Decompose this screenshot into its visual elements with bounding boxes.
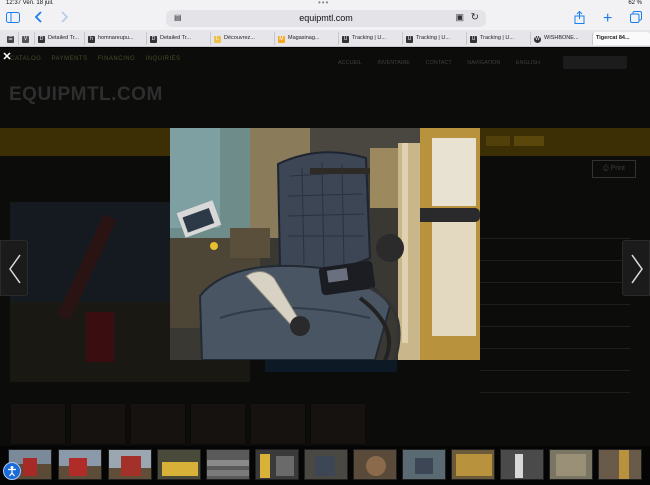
product-thumbnail[interactable] (310, 403, 366, 445)
product-thumbnail-row (10, 403, 370, 445)
share-icon[interactable] (574, 10, 585, 27)
site-nav-item[interactable]: FINANCING (98, 56, 136, 62)
chevron-left-icon (9, 254, 21, 284)
tabs-overview-icon[interactable] (630, 11, 642, 27)
new-tab-icon[interactable]: + (603, 11, 612, 27)
tab-favicon-icon: D (38, 36, 45, 43)
tab-favicon-icon: M (278, 36, 285, 43)
tab-favicon-icon: U (470, 36, 477, 43)
filmstrip-thumbnail[interactable] (451, 449, 495, 480)
filmstrip-thumbnail[interactable] (108, 449, 152, 480)
tab-label: Tracking | U... (416, 35, 450, 41)
site-nav-item[interactable]: CATALOG (10, 56, 41, 62)
site-nav-item[interactable]: ACCUEIL (338, 60, 362, 66)
url-text: equipmtl.com (299, 13, 353, 23)
filmstrip-thumbnail[interactable] (304, 449, 348, 480)
tab-item[interactable]: h homnareupu... (84, 32, 144, 45)
filmstrip-thumbnail[interactable] (549, 449, 593, 480)
tab-item[interactable]: U Tracking | U... (402, 32, 464, 45)
product-thumbnail[interactable] (70, 403, 126, 445)
previous-image-button[interactable] (0, 240, 28, 296)
product-thumbnail[interactable] (250, 403, 306, 445)
site-search-input[interactable] (563, 56, 627, 69)
tab-favicon-icon: U (406, 36, 413, 43)
filmstrip-thumbnail[interactable] (598, 449, 642, 480)
tab-favicon-icon: W (534, 36, 541, 43)
tab-favicon-icon: D (150, 36, 157, 43)
tab-favicon-icon: ☰ (7, 36, 14, 43)
forward-icon[interactable] (60, 11, 69, 27)
filmstrip-thumbnail[interactable] (500, 449, 544, 480)
tab-item[interactable]: U Tracking | U... (338, 32, 400, 45)
site-nav-left: CATALOG PAYMENTS FINANCING INQUIRIES (10, 56, 189, 62)
browser-toolbar: ▤ equipmtl.com ▣ ↻ + (0, 8, 650, 30)
filmstrip-thumbnail[interactable] (157, 449, 201, 480)
product-thumbnail[interactable] (190, 403, 246, 445)
site-nav-item[interactable]: CONTACT (426, 60, 452, 66)
banner-field[interactable] (486, 136, 510, 146)
site-nav-right: ACCUEIL INVENTAIRE CONTACT NAVIGATION EN… (338, 60, 554, 66)
filmstrip-thumbnail[interactable] (58, 449, 102, 480)
filmstrip-thumbnail[interactable] (402, 449, 446, 480)
tab-label: Detailed Tr... (160, 35, 191, 41)
site-nav-item[interactable]: PAYMENTS (51, 56, 87, 62)
site-nav-item[interactable]: INVENTAIRE (377, 60, 410, 66)
tab-label: homnareupu... (98, 35, 134, 41)
address-bar[interactable]: ▤ equipmtl.com ▣ ↻ (166, 10, 486, 27)
tab-favicon-icon: V (22, 36, 29, 43)
next-image-button[interactable] (622, 240, 650, 296)
filmstrip-thumbnail[interactable] (353, 449, 397, 480)
multitask-dots-icon[interactable]: ••• (318, 0, 329, 7)
spec-table (480, 238, 630, 468)
site-logo[interactable]: EQUIPMTL.COM (9, 84, 163, 106)
lightbox-image[interactable] (170, 128, 480, 360)
site-nav-item[interactable]: INQUIRIES (145, 56, 180, 62)
tab-label: Tracking | U... (480, 35, 514, 41)
tab-item[interactable]: W WISHBONE... (530, 32, 590, 45)
tab-item[interactable]: U Tracking | U... (466, 32, 528, 45)
tab-item[interactable]: V (18, 32, 32, 45)
tab-label: Découvrez... (224, 35, 255, 41)
filmstrip-thumbnail[interactable] (206, 449, 250, 480)
accessibility-icon[interactable] (3, 462, 21, 480)
tab-item-active[interactable]: Tigercat 84... (592, 32, 650, 45)
tab-item[interactable]: M Magasinag... (274, 32, 336, 45)
tab-label: Tigercat 84... (596, 35, 630, 41)
tab-item[interactable]: ☰ (4, 32, 16, 45)
site-nav-item[interactable]: NAVIGATION (467, 60, 500, 66)
tab-label: Magasinag... (288, 35, 320, 41)
print-button[interactable]: ⎙ Print (592, 160, 636, 178)
sidebar-icon[interactable] (6, 11, 20, 27)
lightbox-filmstrip (0, 446, 650, 485)
cab-seat-photo (170, 128, 480, 360)
tab-strip: ☰ V D Detailed Tr... h homnareupu... D Deta… (0, 30, 650, 47)
product-thumbnail[interactable] (130, 403, 186, 445)
product-thumbnail[interactable] (10, 403, 66, 445)
tab-item[interactable]: D Detailed Tr... (34, 32, 82, 45)
tab-label: Detailed Tr... (48, 35, 79, 41)
clock: 12:37 Ven. 18 juil. (6, 0, 54, 6)
reload-icon[interactable]: ↻ (471, 12, 479, 23)
tab-label: WISHBONE... (544, 35, 579, 41)
chevron-right-icon (631, 254, 643, 284)
site-nav-item[interactable]: ENGLISH (516, 60, 540, 66)
close-icon[interactable]: ✕ (1, 51, 13, 63)
status-bar: 12:37 Ven. 18 juil. ••• 62 % (0, 0, 650, 8)
tab-favicon-icon: U (342, 36, 349, 43)
tab-item[interactable]: D Detailed Tr... (146, 32, 208, 45)
tab-favicon-icon: L (214, 36, 221, 43)
battery-indicator: 62 % (628, 0, 642, 6)
tab-label: Tracking | U... (352, 35, 386, 41)
back-icon[interactable] (34, 11, 43, 27)
reader-icon[interactable]: ▣ (455, 12, 464, 23)
banner-button[interactable] (514, 136, 544, 146)
tab-favicon-icon: h (88, 36, 95, 43)
filmstrip-thumbnail[interactable] (255, 449, 299, 480)
tab-item[interactable]: L Découvrez... (210, 32, 272, 45)
